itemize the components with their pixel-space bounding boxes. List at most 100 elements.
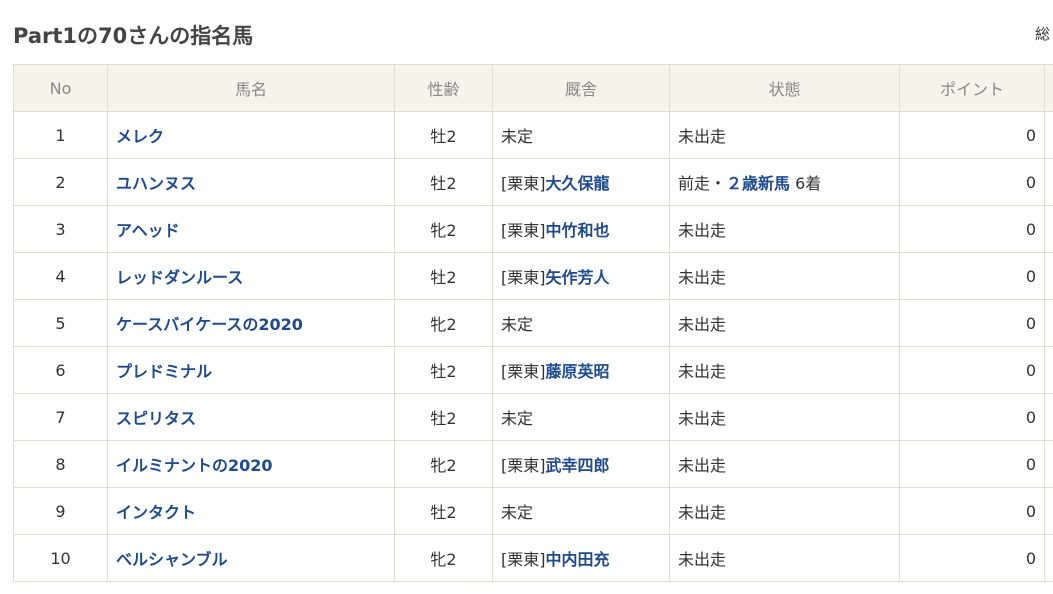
row-overflow [1044,111,1053,159]
table-row: 2 ユハンヌス 牡2 [栗東]大久保龍 前走・２歳新馬 6着 0 [13,158,1053,206]
horse-name-link[interactable]: ケースバイケースの2020 [116,315,303,334]
trainer-link[interactable]: 武幸四郎 [546,456,610,475]
stable-prefix: [栗東] [501,550,546,569]
row-no: 6 [13,346,108,394]
row-stable-cell: 未定 [492,393,670,441]
row-status-cell: 未出走 [669,534,900,582]
row-status-cell: 前走・２歳新馬 6着 [669,158,900,206]
horse-name-link[interactable]: ベルシャンブル [116,550,228,569]
header-no: No [13,64,108,112]
status-prefix: 未出走 [678,127,727,146]
row-points: 0 [899,440,1045,488]
row-no: 4 [13,252,108,300]
row-sex-age: 牝2 [394,440,493,488]
horse-name-link[interactable]: メレク [116,127,164,146]
row-status-cell: 未出走 [669,252,900,300]
row-stable-cell: 未定 [492,111,670,159]
row-horse-name-cell: ケースバイケースの2020 [107,299,395,347]
status-prefix: 未出走 [678,362,727,381]
row-no: 10 [13,534,108,582]
row-points: 0 [899,205,1045,253]
trainer-link[interactable]: 大久保龍 [546,174,610,193]
row-stable-cell: [栗東]中竹和也 [492,205,670,253]
stable-prefix: 未定 [501,315,534,334]
row-points: 0 [899,299,1045,347]
row-horse-name-cell: イルミナントの2020 [107,440,395,488]
stable-prefix: [栗東] [501,362,546,381]
header-sex-age: 性齢 [394,64,493,112]
status-prefix: 前走・ [678,174,727,193]
trainer-link[interactable]: 中竹和也 [546,221,610,240]
header-stable: 厩舎 [492,64,670,112]
row-sex-age: 牡2 [394,158,493,206]
row-horse-name-cell: レッドダンルース [107,252,395,300]
row-status-cell: 未出走 [669,111,900,159]
row-horse-name-cell: スピリタス [107,393,395,441]
status-suffix: 6着 [790,174,822,193]
stable-prefix: [栗東] [501,456,546,475]
trainer-link[interactable]: 矢作芳人 [546,268,610,287]
row-stable-cell: 未定 [492,299,670,347]
horse-name-link[interactable]: レッドダンルース [116,268,243,287]
row-status-cell: 未出走 [669,393,900,441]
row-no: 7 [13,393,108,441]
horse-name-link[interactable]: プレドミナル [116,362,212,381]
row-sex-age: 牡2 [394,346,493,394]
row-points: 0 [899,393,1045,441]
row-status-cell: 未出走 [669,299,900,347]
row-points: 0 [899,534,1045,582]
row-overflow [1044,252,1053,300]
row-sex-age: 牝2 [394,534,493,582]
row-points: 0 [899,346,1045,394]
table-row: 10 ベルシャンブル 牝2 [栗東]中内田充 未出走 0 [13,534,1053,582]
status-prefix: 未出走 [678,456,727,475]
header-overflow [1044,64,1053,112]
row-stable-cell: [栗東]大久保龍 [492,158,670,206]
trainer-link[interactable]: 藤原英昭 [546,362,610,381]
row-horse-name-cell: ベルシャンブル [107,534,395,582]
horse-name-link[interactable]: インタクト [116,503,196,522]
stable-prefix: [栗東] [501,174,546,193]
row-sex-age: 牝2 [394,205,493,253]
status-prefix: 未出走 [678,550,727,569]
row-horse-name-cell: ユハンヌス [107,158,395,206]
horse-name-link[interactable]: ユハンヌス [116,174,196,193]
table-row: 7 スピリタス 牡2 未定 未出走 0 [13,393,1053,441]
stable-prefix: 未定 [501,127,534,146]
row-sex-age: 牡2 [394,393,493,441]
status-prefix: 未出走 [678,268,727,287]
row-status-cell: 未出走 [669,346,900,394]
row-stable-cell: [栗東]藤原英昭 [492,346,670,394]
row-stable-cell: 未定 [492,487,670,535]
race-link[interactable]: ２歳新馬 [726,174,790,193]
row-no: 1 [13,111,108,159]
horse-name-link[interactable]: アヘッド [116,221,180,240]
row-stable-cell: [栗東]矢作芳人 [492,252,670,300]
row-stable-cell: [栗東]中内田充 [492,534,670,582]
row-points: 0 [899,252,1045,300]
row-horse-name-cell: プレドミナル [107,346,395,394]
stable-prefix: [栗東] [501,268,546,287]
header-points: ポイント [899,64,1045,112]
row-horse-name-cell: インタクト [107,487,395,535]
trainer-link[interactable]: 中内田充 [546,550,610,569]
row-points: 0 [899,111,1045,159]
stable-prefix: [栗東] [501,221,546,240]
header-status: 状態 [669,64,900,112]
row-sex-age: 牡2 [394,252,493,300]
table-header-row: No 馬名 性齢 厩舎 状態 ポイント [13,64,1053,112]
row-no: 3 [13,205,108,253]
horse-name-link[interactable]: スピリタス [116,409,196,428]
row-overflow [1044,158,1053,206]
table-row: 3 アヘッド 牝2 [栗東]中竹和也 未出走 0 [13,205,1053,253]
horse-name-link[interactable]: イルミナントの2020 [116,456,273,475]
row-no: 8 [13,440,108,488]
row-stable-cell: [栗東]武幸四郎 [492,440,670,488]
row-no: 9 [13,487,108,535]
status-prefix: 未出走 [678,409,727,428]
table-row: 1 メレク 牡2 未定 未出走 0 [13,111,1053,159]
status-prefix: 未出走 [678,221,727,240]
total-label: 総 [1035,25,1051,43]
row-no: 2 [13,158,108,206]
status-prefix: 未出走 [678,315,727,334]
